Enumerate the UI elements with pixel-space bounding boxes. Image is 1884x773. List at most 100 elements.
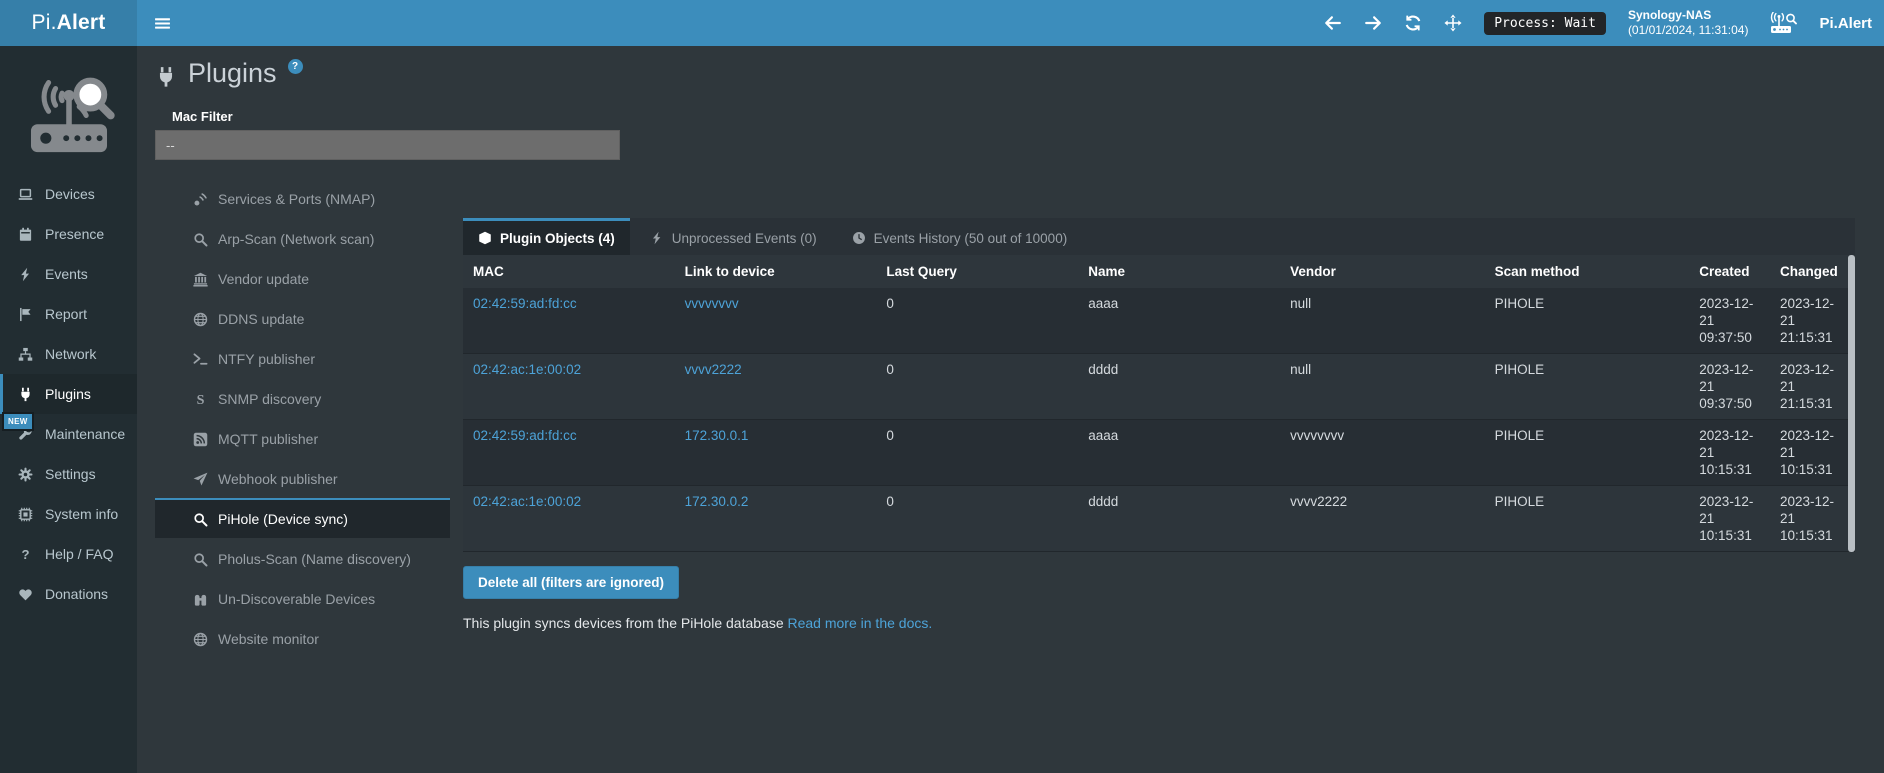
plugin-item-label: Un-Discoverable Devices bbox=[218, 591, 375, 607]
tab-unprocessed-events-0[interactable]: Unprocessed Events (0) bbox=[635, 218, 832, 255]
plugin-item-vendor-update[interactable]: Vendor update bbox=[155, 258, 450, 298]
sidebar-item-label: Plugins bbox=[45, 386, 91, 402]
plugin-item-arp-scan-network-scan[interactable]: Arp-Scan (Network scan) bbox=[155, 218, 450, 258]
plugin-item-label: Services & Ports (NMAP) bbox=[218, 191, 375, 207]
plugin-objects-table-wrap: MACLink to deviceLast QueryNameVendorSca… bbox=[463, 255, 1855, 552]
sidebar-item-label: Donations bbox=[45, 586, 108, 602]
plugin-item-label: Website monitor bbox=[218, 631, 319, 647]
scan-method-cell: PIHOLE bbox=[1485, 420, 1690, 486]
plugin-item-ddns-update[interactable]: DDNS update bbox=[155, 298, 450, 338]
table-row: 02:42:59:ad:fd:ccvvvvvvvv0aaaanullPIHOLE… bbox=[463, 288, 1855, 354]
calendar-icon bbox=[16, 227, 35, 242]
refresh-icon[interactable] bbox=[1404, 14, 1422, 32]
delete-all-button[interactable]: Delete all (filters are ignored) bbox=[463, 566, 679, 599]
plugin-item-label: Arp-Scan (Network scan) bbox=[218, 231, 374, 247]
column-header-name[interactable]: Name bbox=[1078, 255, 1280, 288]
column-header-link-to-device[interactable]: Link to device bbox=[675, 255, 877, 288]
rss-icon bbox=[191, 432, 209, 447]
plug-icon bbox=[16, 387, 35, 402]
globe-icon bbox=[191, 312, 209, 327]
name-cell: dddd bbox=[1078, 486, 1280, 552]
column-header-vendor[interactable]: Vendor bbox=[1280, 255, 1485, 288]
tab-label: Unprocessed Events (0) bbox=[672, 231, 817, 246]
table-scrollbar[interactable] bbox=[1848, 255, 1855, 552]
plugin-item-ntfy-publisher[interactable]: NTFY publisher bbox=[155, 338, 450, 378]
changed-cell: 2023-12-21 21:15:31 bbox=[1770, 288, 1855, 354]
plugin-item-mqtt-publisher[interactable]: MQTT publisher bbox=[155, 418, 450, 458]
sidebar-item-plugins[interactable]: Plugins bbox=[0, 374, 137, 414]
search-icon bbox=[191, 232, 209, 247]
tab-bar: Plugin Objects (4) Unprocessed Events (0)… bbox=[463, 218, 1855, 255]
plugin-item-services-ports-nmap[interactable]: Services & Ports (NMAP) bbox=[155, 178, 450, 218]
bolt-icon bbox=[650, 231, 664, 245]
sidebar-item-settings[interactable]: Settings bbox=[0, 454, 137, 494]
sidebar-item-events[interactable]: Events bbox=[0, 254, 137, 294]
sidebar-item-label: System info bbox=[45, 506, 118, 522]
tab-plugin-objects-4[interactable]: Plugin Objects (4) bbox=[463, 218, 630, 255]
sidebar-item-label: Settings bbox=[45, 466, 96, 482]
search-icon bbox=[191, 512, 209, 527]
binoculars-icon bbox=[191, 592, 209, 607]
host-time: (01/01/2024, 11:31:04) bbox=[1628, 23, 1749, 37]
send-icon bbox=[191, 472, 209, 487]
device-link-cell: vvvv2222 bbox=[675, 354, 877, 420]
vendor-cell: vvvv2222 bbox=[1280, 486, 1485, 552]
mac-link[interactable]: 02:42:ac:1e:00:02 bbox=[473, 362, 581, 377]
plug-icon bbox=[155, 64, 177, 95]
read-docs-link[interactable]: Read more in the docs. bbox=[788, 615, 933, 631]
sidebar-nav: Devices Presence Events Report Network Plugin… bbox=[0, 174, 137, 614]
column-header-created[interactable]: Created bbox=[1689, 255, 1770, 288]
plugin-item-un-discoverable-devices[interactable]: Un-Discoverable Devices bbox=[155, 578, 450, 618]
device-link[interactable]: vvvvvvvv bbox=[685, 296, 739, 311]
sidebar-item-help-faq[interactable]: ?Help / FAQ bbox=[0, 534, 137, 574]
sidebar-item-label: Help / FAQ bbox=[45, 546, 113, 562]
plugin-item-website-monitor[interactable]: Website monitor bbox=[155, 618, 450, 658]
sidebar-item-report[interactable]: Report bbox=[0, 294, 137, 334]
sidebar-item-system-info[interactable]: System info bbox=[0, 494, 137, 534]
clock-icon bbox=[852, 231, 866, 245]
mac-link[interactable]: 02:42:ac:1e:00:02 bbox=[473, 494, 581, 509]
signal-icon bbox=[191, 192, 209, 207]
last-query-cell: 0 bbox=[876, 486, 1078, 552]
sidebar-item-label: Presence bbox=[45, 226, 104, 242]
arrow-right-icon[interactable] bbox=[1364, 14, 1382, 32]
column-header-mac[interactable]: MAC bbox=[463, 255, 675, 288]
arrow-left-icon[interactable] bbox=[1324, 14, 1342, 32]
tab-label: Events History (50 out of 10000) bbox=[874, 231, 1068, 246]
column-header-changed[interactable]: Changed bbox=[1770, 255, 1855, 288]
plugin-description-text: This plugin syncs devices from the PiHol… bbox=[463, 615, 784, 631]
sidebar-item-donations[interactable]: Donations bbox=[0, 574, 137, 614]
column-header-scan-method[interactable]: Scan method bbox=[1485, 255, 1690, 288]
mac-filter-input[interactable] bbox=[155, 130, 620, 160]
vendor-cell: null bbox=[1280, 354, 1485, 420]
device-link[interactable]: vvvv2222 bbox=[685, 362, 742, 377]
brand-logo[interactable]: Pi.Alert bbox=[0, 0, 137, 46]
device-link[interactable]: 172.30.0.2 bbox=[685, 494, 749, 509]
vendor-cell: vvvvvvvv bbox=[1280, 420, 1485, 486]
mac-link[interactable]: 02:42:59:ad:fd:cc bbox=[473, 296, 577, 311]
laptop-icon bbox=[16, 187, 35, 202]
table-header-row: MACLink to deviceLast QueryNameVendorSca… bbox=[463, 255, 1855, 288]
plugin-item-label: Pholus-Scan (Name discovery) bbox=[218, 551, 411, 567]
plugin-list: Services & Ports (NMAP) Arp-Scan (Network… bbox=[155, 178, 450, 658]
sidebar-item-devices[interactable]: Devices bbox=[0, 174, 137, 214]
tab-panel: Plugin Objects (4) Unprocessed Events (0)… bbox=[463, 218, 1855, 631]
sidebar-item-presence[interactable]: Presence bbox=[0, 214, 137, 254]
help-badge[interactable]: ? bbox=[288, 59, 303, 74]
move-icon[interactable] bbox=[1444, 14, 1462, 32]
last-query-cell: 0 bbox=[876, 354, 1078, 420]
mac-link[interactable]: 02:42:59:ad:fd:cc bbox=[473, 428, 577, 443]
column-header-last-query[interactable]: Last Query bbox=[876, 255, 1078, 288]
last-query-cell: 0 bbox=[876, 288, 1078, 354]
sidebar-item-network[interactable]: Network bbox=[0, 334, 137, 374]
device-link[interactable]: 172.30.0.1 bbox=[685, 428, 749, 443]
sidebar-item-label: Report bbox=[45, 306, 87, 322]
plugin-item-pholus-scan-name-discovery[interactable]: Pholus-Scan (Name discovery) bbox=[155, 538, 450, 578]
plugin-item-snmp-discovery[interactable]: SSNMP discovery bbox=[155, 378, 450, 418]
plugin-item-pihole-device-sync[interactable]: PiHole (Device sync) bbox=[155, 498, 450, 538]
plugin-item-webhook-publisher[interactable]: Webhook publisher bbox=[155, 458, 450, 498]
table-row: 02:42:ac:1e:00:02 172.30.0.2 0ddddvvvv2222… bbox=[463, 486, 1855, 552]
tab-events-history-50-out-of-10000[interactable]: Events History (50 out of 10000) bbox=[837, 218, 1083, 255]
hamburger-menu-icon[interactable] bbox=[137, 0, 188, 46]
name-cell: aaaa bbox=[1078, 288, 1280, 354]
